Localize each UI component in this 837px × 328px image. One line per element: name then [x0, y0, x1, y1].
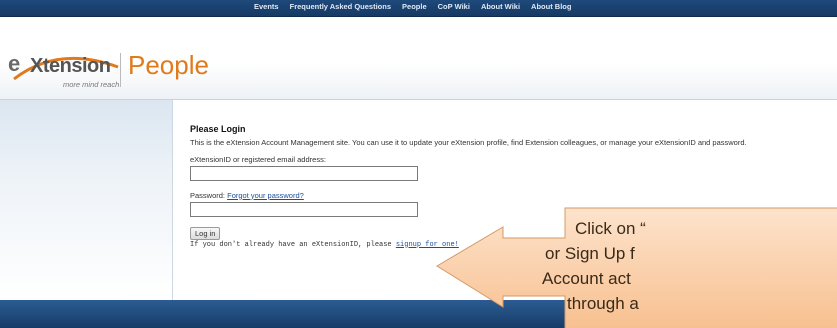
nav-link-about-wiki[interactable]: About Wiki: [481, 2, 520, 14]
password-label: Password:: [190, 190, 226, 200]
signup-prompt-text: If you don't already have an eXtensionID…: [190, 240, 396, 249]
nav-link-events[interactable]: Events: [254, 2, 279, 14]
site-header: e Xtension more mind reach People: [0, 17, 837, 100]
site-name: People: [128, 50, 209, 80]
footer-band: [0, 300, 837, 328]
callout-line: Account act: [542, 269, 631, 288]
extension-id-label: eXtensionID or registered email address:: [190, 154, 326, 164]
extension-id-input[interactable]: [190, 165, 418, 181]
logo-e-mark: e: [8, 51, 21, 76]
top-nav-links: Events Frequently Asked Questions People…: [254, 2, 571, 14]
forgot-password-link[interactable]: Forgot your password?: [227, 191, 304, 200]
logo-tagline: more mind reach: [63, 80, 120, 89]
nav-link-about-blog[interactable]: About Blog: [531, 2, 571, 14]
signup-prompt: If you don't already have an eXtensionID…: [190, 241, 830, 249]
password-label-row: Password: Forgot your password?: [190, 191, 830, 200]
nav-link-faq[interactable]: Frequently Asked Questions: [290, 2, 391, 14]
intro-text: This is the eXtension Account Management…: [190, 138, 747, 147]
signup-link[interactable]: signup for one!: [396, 241, 459, 249]
left-sidebar: [0, 100, 173, 300]
password-input[interactable]: [190, 201, 418, 217]
page-title: Please Login: [190, 124, 246, 134]
extension-people-logo[interactable]: e Xtension more mind reach People: [8, 49, 209, 97]
logo-divider: [120, 53, 121, 87]
logo-wordmark: Xtension: [30, 55, 111, 77]
top-navigation-bar: Events Frequently Asked Questions People…: [0, 0, 837, 17]
nav-link-people[interactable]: People: [402, 2, 427, 14]
login-panel: Please Login This is the eXtension Accou…: [190, 124, 830, 249]
login-button[interactable]: Log in: [190, 226, 221, 240]
nav-link-cop-wiki[interactable]: CoP Wiki: [438, 2, 470, 14]
